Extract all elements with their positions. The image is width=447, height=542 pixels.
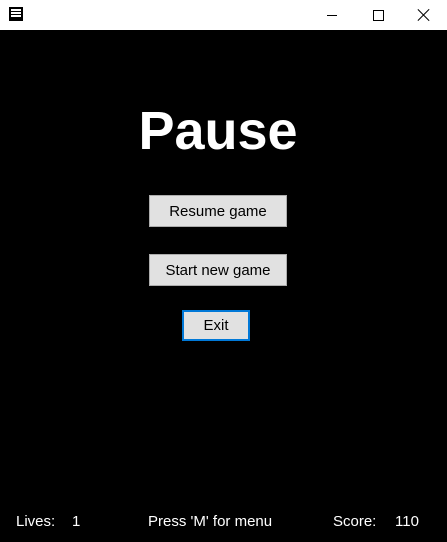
- pause-title: Pause: [138, 101, 298, 161]
- app-icon[interactable]: [9, 7, 23, 21]
- title-bar[interactable]: [0, 0, 447, 30]
- score-label: Score:: [333, 513, 377, 530]
- game-window: Pause Resume game Start new game Exit Li…: [0, 0, 447, 542]
- maximize-icon: [372, 9, 384, 21]
- minimize-button[interactable]: [309, 0, 355, 30]
- score-value: 110: [395, 513, 419, 530]
- lives-value: 1: [72, 513, 81, 530]
- exit-button[interactable]: Exit: [182, 310, 250, 341]
- minimize-icon: [327, 14, 337, 16]
- lives-label: Lives:: [16, 513, 56, 530]
- menu-hint: Press 'M' for menu: [148, 513, 273, 530]
- maximize-button[interactable]: [355, 0, 401, 30]
- close-icon: [418, 9, 430, 21]
- close-button[interactable]: [401, 0, 447, 30]
- start-new-game-button[interactable]: Start new game: [149, 254, 287, 286]
- resume-game-button[interactable]: Resume game: [149, 195, 287, 227]
